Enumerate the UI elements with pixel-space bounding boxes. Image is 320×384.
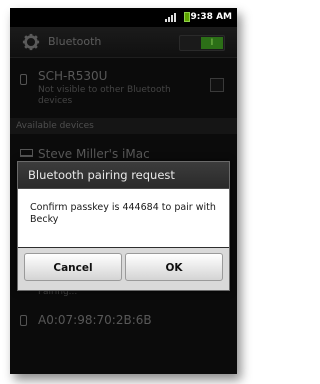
available-devices-header: Available devices: [10, 118, 237, 134]
dialog-button-bar: Cancel OK: [18, 248, 229, 290]
visibility-checkbox[interactable]: [210, 78, 224, 92]
cancel-button[interactable]: Cancel: [24, 253, 122, 281]
bluetooth-toggle[interactable]: I: [179, 35, 225, 51]
laptop-icon: [20, 149, 33, 157]
my-device-row[interactable]: SCH-R530U Not visible to other Bluetooth…: [10, 61, 237, 115]
battery-icon: [184, 12, 190, 22]
device-name: A0:07:98:70:2B:6B: [38, 313, 152, 327]
phone-icon: [20, 74, 27, 85]
my-device-name: SCH-R530U: [38, 69, 108, 83]
settings-title-bar: Bluetooth I: [10, 27, 237, 58]
status-time: 9:38 AM: [190, 12, 232, 22]
pairing-dialog: Bluetooth pairing request Confirm passke…: [17, 161, 230, 291]
gear-icon: [22, 33, 40, 51]
device-row[interactable]: A0:07:98:70:2B:6B: [10, 309, 237, 337]
status-bar: 9:38 AM: [10, 8, 237, 27]
page-title: Bluetooth: [48, 35, 102, 48]
signal-icon: [165, 13, 177, 22]
dialog-message: Confirm passkey is 444684 to pair with B…: [18, 189, 229, 247]
my-device-visibility: Not visible to other Bluetooth devices: [38, 85, 171, 106]
ok-button[interactable]: OK: [125, 253, 223, 281]
dialog-title: Bluetooth pairing request: [18, 162, 229, 189]
phone-icon: [20, 315, 27, 326]
device-name: Steve Miller's iMac: [38, 147, 150, 161]
toggle-knob: I: [201, 37, 223, 49]
